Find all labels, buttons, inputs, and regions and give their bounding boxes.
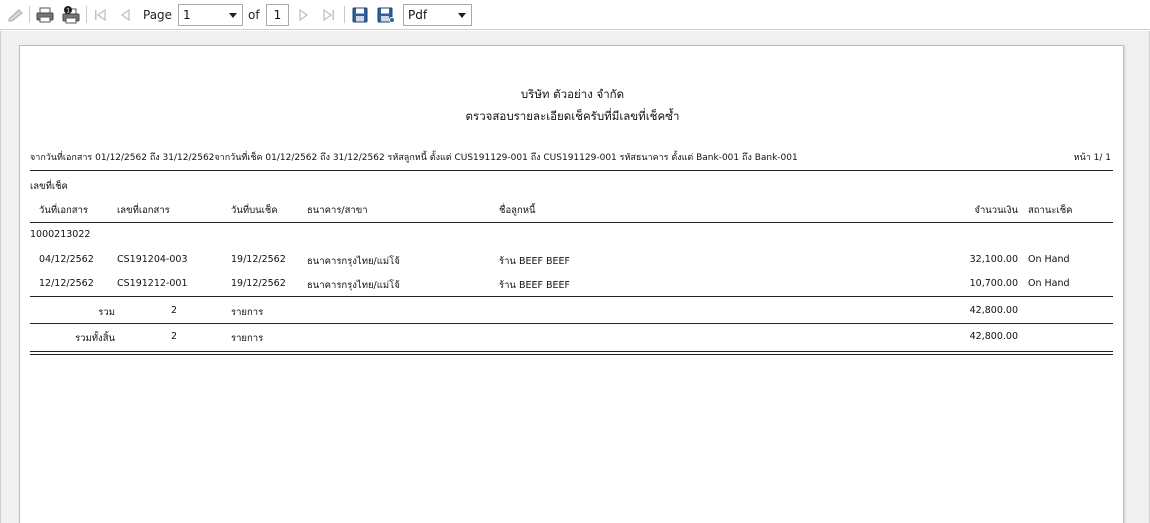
- total-pages-box: 1: [266, 4, 289, 26]
- company-name: บริษัท ตัวอย่าง จำกัด: [520, 87, 625, 101]
- grandtotal-count: 2: [171, 331, 178, 342]
- cell-cheque-date: 19/12/2562: [231, 254, 286, 265]
- of-label: of: [248, 8, 260, 22]
- grandtotal-label: รวมทั้งสิ้น: [75, 333, 115, 344]
- report-criteria: จากวันที่เอกสาร 01/12/2562 ถึง 31/12/256…: [30, 153, 798, 163]
- cell-bank: ธนาคารกรุงไทย/แม่โจ้: [307, 280, 400, 291]
- column-cheque-date: วันที่บนเช็ค: [231, 205, 278, 216]
- cheque-number: 1000213022: [30, 229, 91, 240]
- save-as-icon[interactable]: [376, 5, 396, 25]
- export-format-value: Pdf: [408, 8, 428, 22]
- cell-doc-no: CS191204-003: [117, 254, 188, 265]
- chevron-down-icon: [229, 13, 237, 18]
- subtotal-unit: รายการ: [231, 307, 264, 318]
- toolbar-separator: [29, 6, 30, 23]
- edit-icon[interactable]: [6, 6, 26, 24]
- grandtotal-rule: [30, 323, 1113, 324]
- cell-status: On Hand: [1028, 278, 1070, 289]
- cell-doc-date: 12/12/2562: [39, 278, 94, 289]
- cell-debtor: ร้าน BEEF BEEF: [499, 256, 570, 267]
- first-page-icon[interactable]: [92, 7, 108, 23]
- subtotal-amount: 42,800.00: [969, 305, 1018, 316]
- prev-page-icon[interactable]: [117, 7, 133, 23]
- cell-amount: 10,700.00: [969, 278, 1018, 289]
- next-page-icon[interactable]: [296, 7, 312, 23]
- chevron-down-icon: [458, 13, 466, 18]
- cell-cheque-date: 19/12/2562: [231, 278, 286, 289]
- page-label: Page: [143, 8, 173, 22]
- page-number-select[interactable]: 1: [178, 4, 243, 26]
- column-status: สถานะเช็ค: [1028, 205, 1073, 216]
- save-icon[interactable]: [350, 5, 370, 25]
- group-header: เลขที่เช็ค: [30, 181, 68, 192]
- toolbar-separator: [86, 6, 87, 23]
- grandtotal-amount: 42,800.00: [969, 331, 1018, 342]
- column-doc-no: เลขที่เอกสาร: [117, 205, 170, 216]
- subtotal-label: รวม: [98, 307, 115, 318]
- svg-text:1: 1: [66, 8, 70, 15]
- header-rule: [30, 170, 1113, 171]
- cell-bank: ธนาคารกรุงไทย/แม่โจ้: [307, 256, 400, 267]
- page-number-value: 1: [183, 8, 191, 22]
- column-bank: ธนาคาร/สาขา: [307, 205, 368, 216]
- print-icon[interactable]: [35, 5, 55, 25]
- report-title: ตรวจสอบรายละเอียดเช็ครับที่มีเลขที่เช็คซ…: [465, 109, 680, 123]
- export-format-select[interactable]: Pdf: [403, 4, 472, 26]
- cell-debtor: ร้าน BEEF BEEF: [499, 280, 570, 291]
- report-viewer[interactable]: บริษัท ตัวอย่าง จำกัด ตรวจสอบรายละเอียดเ…: [0, 31, 1150, 523]
- cell-status: On Hand: [1028, 254, 1070, 265]
- grandtotal-unit: รายการ: [231, 333, 264, 344]
- column-debtor: ชื่อลูกหนี้: [499, 205, 536, 216]
- column-header-rule: [30, 222, 1113, 223]
- cell-doc-no: CS191212-001: [117, 278, 188, 289]
- cell-amount: 32,100.00: [969, 254, 1018, 265]
- double-rule-top: [30, 351, 1113, 352]
- print-options-icon[interactable]: 1: [60, 4, 82, 26]
- subtotal-rule: [30, 296, 1113, 297]
- subtotal-count: 2: [171, 305, 178, 316]
- toolbar-separator: [344, 6, 345, 23]
- double-rule-bottom: [30, 354, 1113, 355]
- column-amount: จำนวนเงิน: [974, 205, 1018, 216]
- last-page-icon[interactable]: [321, 7, 337, 23]
- cell-doc-date: 04/12/2562: [39, 254, 94, 265]
- column-doc-date: วันที่เอกสาร: [39, 205, 89, 216]
- page-indicator: หน้า 1/ 1: [1073, 153, 1111, 163]
- report-toolbar: 1 Page 1 of 1 Pdf: [0, 0, 1150, 30]
- report-page: บริษัท ตัวอย่าง จำกัด ตรวจสอบรายละเอียดเ…: [19, 45, 1124, 523]
